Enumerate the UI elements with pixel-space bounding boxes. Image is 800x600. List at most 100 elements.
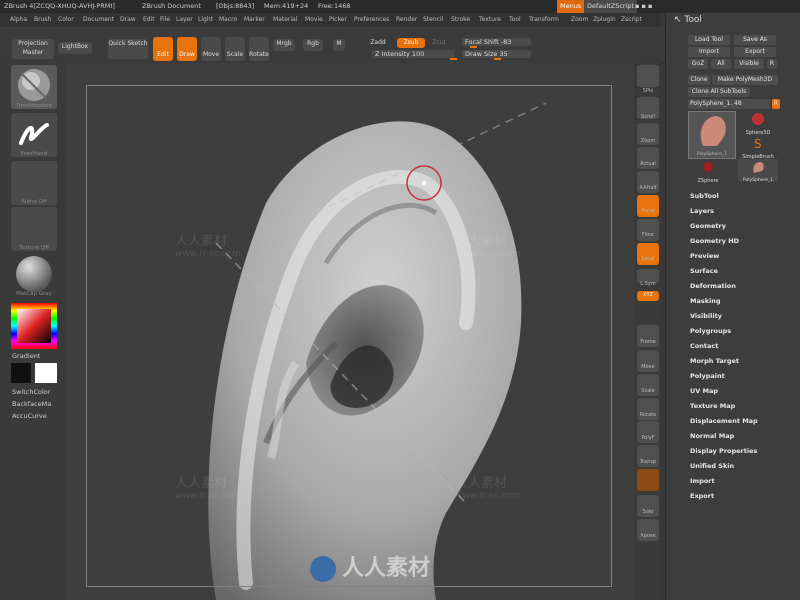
menu-material[interactable]: Material — [273, 13, 297, 27]
menu-zplugin[interactable]: Zplugin — [593, 13, 616, 27]
projection-master-button[interactable]: Projection Master — [12, 39, 54, 59]
spix-button[interactable] — [637, 65, 659, 87]
menu-zscript[interactable]: Zscript — [621, 13, 642, 27]
load-tool-button[interactable]: Load Tool — [688, 35, 730, 45]
draw-button[interactable]: Draw — [177, 37, 197, 61]
menu-display-properties[interactable]: Display Properties — [690, 447, 757, 455]
default-zscript-button[interactable]: DefaultZScript — [584, 0, 638, 13]
menu-unified-skin[interactable]: Unified Skin — [690, 462, 734, 470]
menu-preview[interactable]: Preview — [690, 252, 719, 260]
window-controls[interactable]: ▪ ▪ ▪ — [635, 0, 652, 13]
menu-displacement-map[interactable]: Displacement Map — [690, 417, 758, 425]
menu-texture[interactable]: Texture — [479, 13, 501, 27]
focal-shift-knob[interactable] — [470, 46, 477, 48]
menu-surface[interactable]: Surface — [690, 267, 718, 275]
menu-brush[interactable]: Brush — [34, 13, 51, 27]
menu-macro[interactable]: Macro — [219, 13, 237, 27]
menu-edit[interactable]: Edit — [143, 13, 155, 27]
backface-mask-button[interactable]: BackfaceMa — [12, 400, 51, 408]
switchcolor-button[interactable]: SwitchColor — [12, 388, 50, 396]
lightbox-button[interactable]: LightBox — [58, 42, 92, 54]
tool-thumb-label: PolySphere_1 — [696, 152, 728, 157]
rotate-button[interactable]: Rotate — [249, 37, 269, 61]
menu-uv-map[interactable]: UV Map — [690, 387, 718, 395]
menus-button[interactable]: Menus — [557, 0, 585, 13]
focal-shift-slider[interactable]: Focal Shift -83 — [462, 38, 531, 48]
tool-panel-title[interactable]: ↖ Tool — [674, 15, 702, 25]
menu-geometry[interactable]: Geometry — [690, 222, 726, 230]
menu-import[interactable]: Import — [690, 477, 715, 485]
menu-geometry-hd[interactable]: Geometry HD — [690, 237, 739, 245]
z-intensity-slider[interactable]: Z Intensity 100 — [372, 50, 457, 60]
move-button[interactable]: Move — [201, 37, 221, 61]
menu-masking[interactable]: Masking — [690, 297, 721, 305]
zadd-button[interactable]: Zadd — [367, 38, 389, 48]
all-button[interactable]: All — [711, 59, 731, 69]
draw-size-slider[interactable]: Draw Size 35 — [462, 50, 531, 60]
primary-color-swatch[interactable] — [35, 363, 57, 383]
menu-render[interactable]: Render — [396, 13, 417, 27]
menu-deformation[interactable]: Deformation — [690, 282, 736, 290]
gradient-label[interactable]: Gradient — [12, 352, 40, 360]
menu-texture-map[interactable]: Texture Map — [690, 402, 735, 410]
menu-transform[interactable]: Transform — [529, 13, 559, 27]
menu-polypaint[interactable]: Polypaint — [690, 372, 725, 380]
save-as-button[interactable]: Save As — [734, 35, 776, 45]
menu-document[interactable]: Document — [83, 13, 114, 27]
ghost-button[interactable] — [637, 469, 659, 491]
menu-contact[interactable]: Contact — [690, 342, 718, 350]
current-tool-slider[interactable]: PolySphere_1. 48 — [688, 99, 770, 109]
make-polymesh3d-button[interactable]: Make PolyMesh3D — [712, 75, 778, 85]
menu-layer[interactable]: Layer — [176, 13, 193, 27]
visible-button[interactable]: Visible — [734, 59, 764, 69]
menu-layers[interactable]: Layers — [690, 207, 714, 215]
menu-light[interactable]: Light — [198, 13, 213, 27]
z-intensity-knob[interactable] — [450, 58, 457, 60]
tool-thumb-polysphere[interactable]: PolySphere_1 — [688, 111, 736, 159]
tool-thumb-zsphere[interactable]: ZSphere — [688, 159, 728, 184]
mrgb-button[interactable]: Mrgb — [273, 39, 295, 51]
goz-button[interactable]: GoZ — [688, 59, 708, 69]
menu-color[interactable]: Color — [58, 13, 74, 27]
menu-picker[interactable]: Picker — [329, 13, 347, 27]
r-orange-button[interactable]: R — [772, 99, 780, 109]
free-readout: Free:1468 — [318, 2, 351, 10]
menu-normal-map[interactable]: Normal Map — [690, 432, 734, 440]
clone-button[interactable]: Clone — [688, 75, 710, 85]
aahalf-label: AAHalf — [639, 185, 657, 191]
menu-visibility[interactable]: Visibility — [690, 312, 722, 320]
menu-morph-target[interactable]: Morph Target — [690, 357, 739, 365]
menu-file[interactable]: File — [160, 13, 170, 27]
rgb-button[interactable]: Rgb — [303, 39, 323, 51]
tool-thumb-polysphere-2[interactable]: PolySphere_1 — [738, 159, 778, 183]
menu-stencil[interactable]: Stencil — [423, 13, 443, 27]
m-button[interactable]: M — [333, 39, 345, 51]
clone-all-subtools-button[interactable]: Clone All SubTools — [688, 87, 750, 97]
edit-button[interactable]: Edit — [153, 37, 173, 61]
menu-export[interactable]: Export — [690, 492, 714, 500]
r-button[interactable]: R — [767, 59, 777, 69]
tool-thumb-simplebrush[interactable]: S SimpleBrush — [738, 135, 778, 160]
scale-button[interactable]: Scale — [225, 37, 245, 61]
import-button[interactable]: Import — [688, 47, 730, 57]
color-picker[interactable] — [11, 303, 57, 349]
zcut-button[interactable]: Zcut — [429, 38, 449, 48]
draw-size-knob[interactable] — [494, 58, 501, 60]
menu-movie[interactable]: Movie — [305, 13, 323, 27]
zsub-button[interactable]: Zsub — [397, 38, 425, 48]
menu-polygroups[interactable]: Polygroups — [690, 327, 731, 335]
menu-marker[interactable]: Marker — [244, 13, 265, 27]
quick-sketch-button[interactable]: Quick Sketch — [108, 39, 148, 59]
menu-alpha[interactable]: Alpha — [10, 13, 27, 27]
secondary-color-swatch[interactable] — [11, 363, 31, 383]
accucurve-button[interactable]: AccuCurve — [12, 412, 47, 420]
menu-stroke[interactable]: Stroke — [451, 13, 470, 27]
menu-zoom[interactable]: Zoom — [571, 13, 588, 27]
menu-preferences[interactable]: Preferences — [354, 13, 389, 27]
menu-tool[interactable]: Tool — [509, 13, 521, 27]
left-shelf: TrimAdaptive FreeHand Alpha Off Texture … — [0, 63, 66, 600]
tool-thumb-sphere3d[interactable]: Sphere3D — [738, 111, 778, 136]
export-button[interactable]: Export — [734, 47, 776, 57]
menu-subtool[interactable]: SubTool — [690, 192, 719, 200]
menu-draw[interactable]: Draw — [120, 13, 136, 27]
